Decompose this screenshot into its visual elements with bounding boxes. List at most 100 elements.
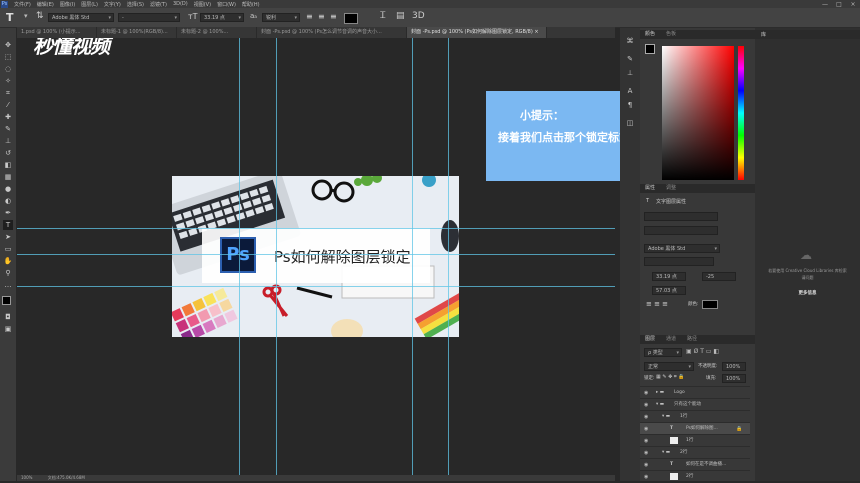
font-size-select[interactable]: 33.19 点 ▾ — [200, 13, 244, 22]
layer-row[interactable]: ◉ ▸ ▬ Logo — [640, 386, 750, 398]
menu-type[interactable]: 文字(Y) — [104, 1, 121, 8]
layer-row[interactable]: ◉ ▾ ▬ 1行 — [640, 410, 750, 422]
tab-doc-1[interactable]: 1.psd @ 100% (小提示... — [17, 27, 97, 38]
layer-row[interactable]: ◉ ▾ ▬ 2行 — [640, 446, 750, 458]
maximize-button[interactable]: □ — [832, 1, 846, 8]
text-color-swatch[interactable] — [344, 13, 358, 24]
guide-vertical[interactable] — [448, 38, 449, 475]
menu-layer[interactable]: 图层(L) — [81, 1, 98, 8]
hand-tool-icon[interactable]: ✋ — [3, 256, 13, 266]
align-right-icon[interactable]: ≡ — [330, 12, 337, 21]
brush-tool-icon[interactable]: ✎ — [3, 124, 13, 134]
history-brush-tool-icon[interactable]: ↺ — [3, 148, 13, 158]
layer-row[interactable]: ◉ ▾ ▬ 只有这个能动 — [640, 398, 750, 410]
menu-select[interactable]: 选择(S) — [127, 1, 144, 8]
lock-icons[interactable]: ▦ ✎ ✥ ⌗ 🔒 — [656, 374, 685, 380]
foreground-color-swatch[interactable] — [2, 296, 11, 305]
menu-file[interactable]: 文件(F) — [14, 1, 31, 8]
layer-row[interactable]: ◉ T 如何在是不调曲播... — [640, 458, 750, 470]
menu-help[interactable]: 帮助(H) — [242, 1, 260, 8]
menu-3d[interactable]: 3D(D) — [173, 1, 188, 7]
guide-vertical[interactable] — [239, 38, 240, 475]
align-left-icon[interactable]: ≡ — [306, 12, 313, 21]
document-title-text[interactable]: Ps如何解除图层锁定 — [274, 246, 411, 267]
eraser-tool-icon[interactable]: ◧ — [3, 160, 13, 170]
zoom-level[interactable]: 100% — [21, 475, 32, 480]
layer-row[interactable]: ◉ 2行 — [640, 470, 750, 482]
eye-icon[interactable]: ◉ — [644, 471, 648, 483]
quick-mask-icon[interactable]: ◘ — [3, 312, 13, 322]
crop-tool-icon[interactable]: ⌗ — [3, 88, 13, 98]
props-font-size-field[interactable]: 33.19 点 — [652, 272, 686, 281]
font-style-select[interactable]: - ▾ — [118, 13, 180, 22]
guide-horizontal[interactable] — [17, 254, 615, 255]
tab-swatches[interactable]: 色板 — [666, 31, 676, 37]
eyedropper-tool-icon[interactable]: ⁄ — [3, 100, 13, 110]
menu-edit[interactable]: 编辑(E) — [37, 1, 54, 8]
shape-tool-icon[interactable]: ▭ — [3, 244, 13, 254]
stamp-tool-icon[interactable]: ⊥ — [3, 136, 13, 146]
props-font-family-select[interactable]: Adobe 黑体 Std ▾ — [644, 244, 720, 253]
history-panel-icon[interactable]: ⌘ — [625, 36, 635, 46]
tab-layers[interactable]: 图层 — [645, 336, 655, 342]
screen-mode-icon[interactable]: ▣ — [3, 324, 13, 334]
blend-mode-select[interactable]: 正常 ▾ — [644, 362, 694, 371]
menu-window[interactable]: 窗口(W) — [217, 1, 236, 8]
layer-name[interactable]: 2行 — [686, 471, 693, 483]
warp-field[interactable] — [644, 212, 718, 221]
font-family-select[interactable]: Adobe 黑体 Std ▾ — [48, 13, 114, 22]
layer-row[interactable]: ◉ 1行 — [640, 434, 750, 446]
chevron-down-icon[interactable]: ▾ — [24, 12, 28, 20]
guide-horizontal[interactable] — [17, 286, 615, 287]
color-picker-field[interactable] — [662, 46, 734, 180]
menu-image[interactable]: 图像(I) — [60, 1, 75, 8]
tab-properties[interactable]: 属性 — [645, 185, 655, 191]
document-image[interactable]: Ps Ps如何解除图层锁定 — [172, 176, 459, 337]
pen-tool-icon[interactable]: ✒ — [3, 208, 13, 218]
glyphs-icon[interactable]: ◫ — [625, 118, 635, 128]
layer-row-selected[interactable]: ◉ T Ps如何解除图... 🔒 — [640, 422, 750, 434]
layer-filter-select[interactable]: ρ 类型 ▾ — [644, 348, 682, 357]
marquee-tool-icon[interactable]: ⬚ — [3, 52, 13, 62]
dodge-tool-icon[interactable]: ◐ — [3, 196, 13, 206]
guide-vertical[interactable] — [276, 38, 277, 475]
tab-adjustments[interactable]: 调整 — [666, 185, 676, 191]
clone-source-icon[interactable]: ⊥ — [625, 68, 635, 78]
props-align-icons[interactable]: ≡ ≡ ≡ — [646, 300, 668, 308]
type-tool-icon[interactable]: T — [6, 11, 14, 24]
zoom-tool-icon[interactable]: ⚲ — [3, 268, 13, 278]
tab-libraries[interactable]: 库 — [761, 32, 766, 38]
tab-channels[interactable]: 通道 — [666, 336, 676, 342]
tab-doc-4[interactable]: 封面 -Ps.psd @ 100% (Ps怎么调节音调的声音大小... — [257, 27, 407, 38]
warp-text-icon[interactable]: Ꮖ — [380, 11, 386, 21]
type-tool-icon[interactable]: T — [3, 220, 13, 230]
close-window-button[interactable]: × — [846, 1, 860, 8]
gradient-tool-icon[interactable]: ▦ — [3, 172, 13, 182]
3d-icon[interactable]: 3D — [412, 11, 425, 21]
magic-wand-tool-icon[interactable]: ✧ — [3, 76, 13, 86]
menu-view[interactable]: 视图(V) — [194, 1, 211, 8]
tab-color[interactable]: 颜色 — [645, 31, 655, 37]
paragraph-icon[interactable]: ¶ — [625, 100, 635, 110]
path-select-tool-icon[interactable]: ➤ — [3, 232, 13, 242]
tab-doc-2[interactable]: 未标题-1 @ 100%(RGB/8)... — [97, 27, 177, 38]
props-tracking-field[interactable]: -25 — [702, 272, 736, 281]
guide-vertical[interactable] — [412, 38, 413, 475]
fill-field[interactable]: 100% — [722, 374, 746, 383]
props-font-style-select[interactable] — [644, 257, 714, 266]
menu-filter[interactable]: 滤镜(T) — [150, 1, 167, 8]
foreground-color-swatch[interactable] — [645, 44, 655, 54]
move-tool-icon[interactable]: ✥ — [3, 40, 13, 50]
healing-tool-icon[interactable]: ✚ — [3, 112, 13, 122]
blur-tool-icon[interactable]: ● — [3, 184, 13, 194]
more-tools-icon[interactable]: … — [3, 280, 13, 290]
character-panel-icon[interactable]: ▤ — [396, 11, 405, 21]
character-icon[interactable]: A — [625, 86, 635, 96]
tab-doc-3[interactable]: 未标题-2 @ 100%... — [177, 27, 257, 38]
props-leading-field[interactable]: 57.03 点 — [652, 286, 686, 295]
layer-filter-icons[interactable]: ▣ Ø T ▭ ◧ — [686, 348, 719, 355]
text-orientation-icon[interactable]: ⇅ — [36, 11, 44, 21]
opacity-field[interactable]: 100% — [722, 362, 746, 371]
lasso-tool-icon[interactable]: ◌ — [3, 64, 13, 74]
hue-slider[interactable] — [738, 46, 744, 180]
